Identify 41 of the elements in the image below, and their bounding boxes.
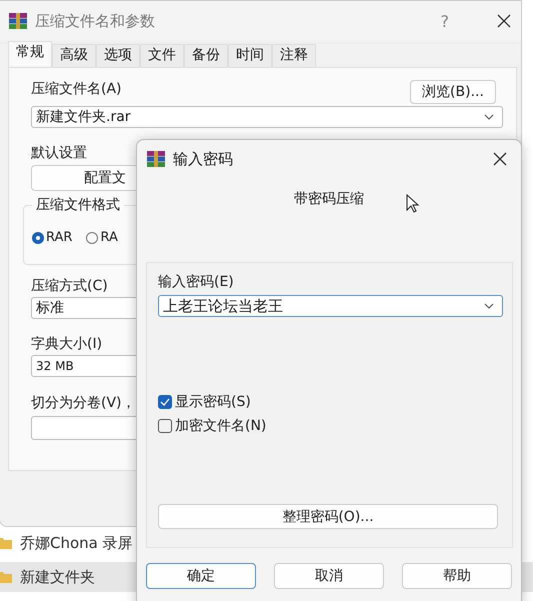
tab[interactable]: 备份	[184, 44, 228, 67]
winrar-icon	[147, 151, 165, 167]
format-radio[interactable]: RA	[86, 230, 118, 245]
archive-name-field[interactable]: 新建文件夹.rar	[31, 106, 503, 128]
folder-icon	[0, 571, 12, 583]
tab[interactable]: 选项	[96, 44, 140, 67]
dialog-button[interactable]: 取消	[274, 563, 384, 589]
field-label: 输入密码(E)	[158, 273, 234, 291]
field-label: 压缩文件名(A)	[31, 80, 122, 98]
group-title: 压缩文件格式	[32, 196, 124, 214]
dialog-heading: 带密码压缩	[294, 191, 364, 207]
field-label: 切分为分卷(V)，	[31, 394, 136, 412]
winrar-icon	[9, 13, 27, 29]
folder-name: 乔娜Chona 录屏	[20, 534, 133, 552]
option-checkbox[interactable]: 加密文件名(N)	[158, 417, 512, 435]
cursor-icon	[406, 194, 420, 214]
folder-icon	[0, 537, 12, 549]
dialog-button[interactable]: 确定	[146, 563, 256, 589]
tab[interactable]: 常规	[8, 41, 52, 67]
check-icon	[160, 398, 170, 406]
tab[interactable]: 时间	[228, 44, 272, 67]
tab[interactable]: 文件	[140, 44, 184, 67]
format-radio[interactable]: RAR	[32, 230, 72, 245]
option-checkbox[interactable]: 显示密码(S)	[158, 393, 512, 411]
organize-passwords-button[interactable]: 整理密码(O)...	[158, 504, 498, 529]
dialog-button[interactable]: 帮助	[402, 563, 512, 589]
field-label: 默认设置	[31, 144, 87, 162]
close-icon[interactable]	[497, 14, 511, 28]
folder-name: 新建文件夹	[20, 568, 95, 586]
window-title: 输入密码	[173, 150, 234, 168]
tab[interactable]: 高级	[52, 44, 96, 67]
close-icon[interactable]	[493, 152, 507, 166]
password-field[interactable]: 上老王论坛当老王	[158, 295, 503, 317]
folder-row[interactable]: 乔娜Chona 录屏	[0, 528, 533, 558]
tab[interactable]: 注释	[272, 44, 316, 67]
caret-icon	[484, 303, 494, 309]
browse-button[interactable]: 浏览(B)...	[410, 80, 496, 104]
field-label: 压缩方式(C)	[31, 277, 108, 295]
field-label: 字典大小(I)	[31, 335, 102, 353]
window-title: 压缩文件名和参数	[35, 12, 156, 30]
caret-icon	[484, 114, 494, 120]
